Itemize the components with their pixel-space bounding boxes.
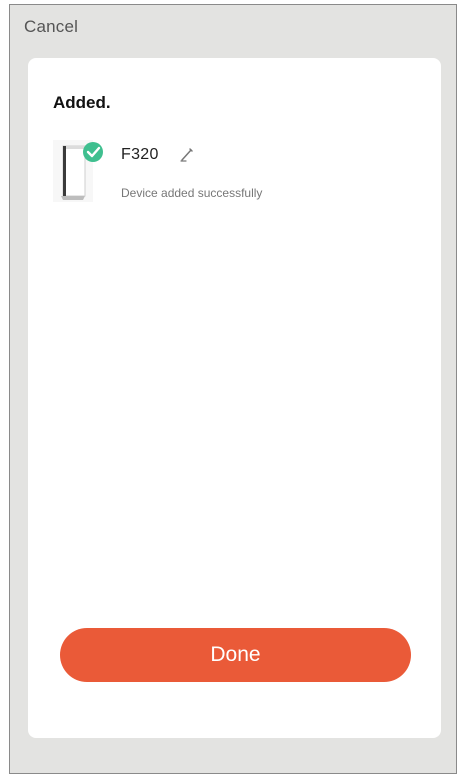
- device-name: F320: [121, 146, 159, 163]
- check-circle-icon: [83, 142, 103, 162]
- cancel-button[interactable]: Cancel: [24, 17, 78, 37]
- air-purifier-icon: [53, 140, 103, 202]
- pencil-icon[interactable]: [178, 145, 196, 163]
- device-thumbnail: [53, 138, 105, 206]
- done-button[interactable]: Done: [60, 628, 411, 682]
- app-screen: Cancel Added. F320 Device added successf…: [9, 4, 457, 774]
- device-status-text: Device added successfully: [121, 186, 263, 200]
- page-title: Added.: [53, 93, 111, 112]
- result-card: Added. F320 Device added successfully Do…: [28, 58, 441, 738]
- device-list-item: F320 Device added successfully: [53, 138, 413, 208]
